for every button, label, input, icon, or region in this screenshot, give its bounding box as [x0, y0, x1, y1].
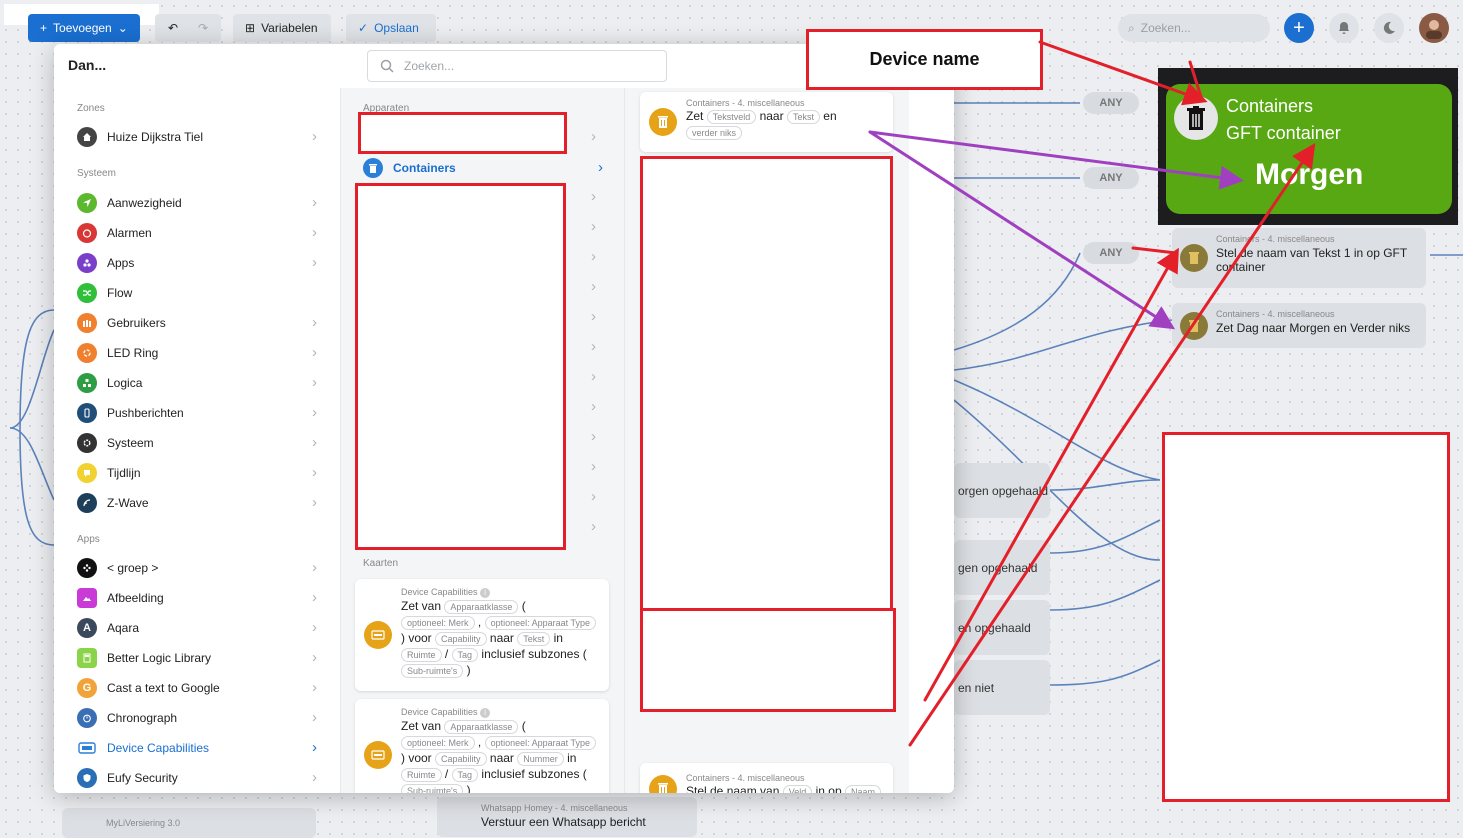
annotation-arrows [868, 40, 1316, 747]
arrow-device-name-2 [1188, 60, 1204, 102]
arrow-red-any [1131, 246, 1178, 255]
arrow-value-purple-2 [868, 130, 1176, 330]
arrow-red-long-2 [923, 247, 1179, 702]
arrow-value-purple [868, 130, 1244, 190]
arrow-red-long [908, 143, 1316, 747]
arrow-device-name [1038, 40, 1208, 106]
